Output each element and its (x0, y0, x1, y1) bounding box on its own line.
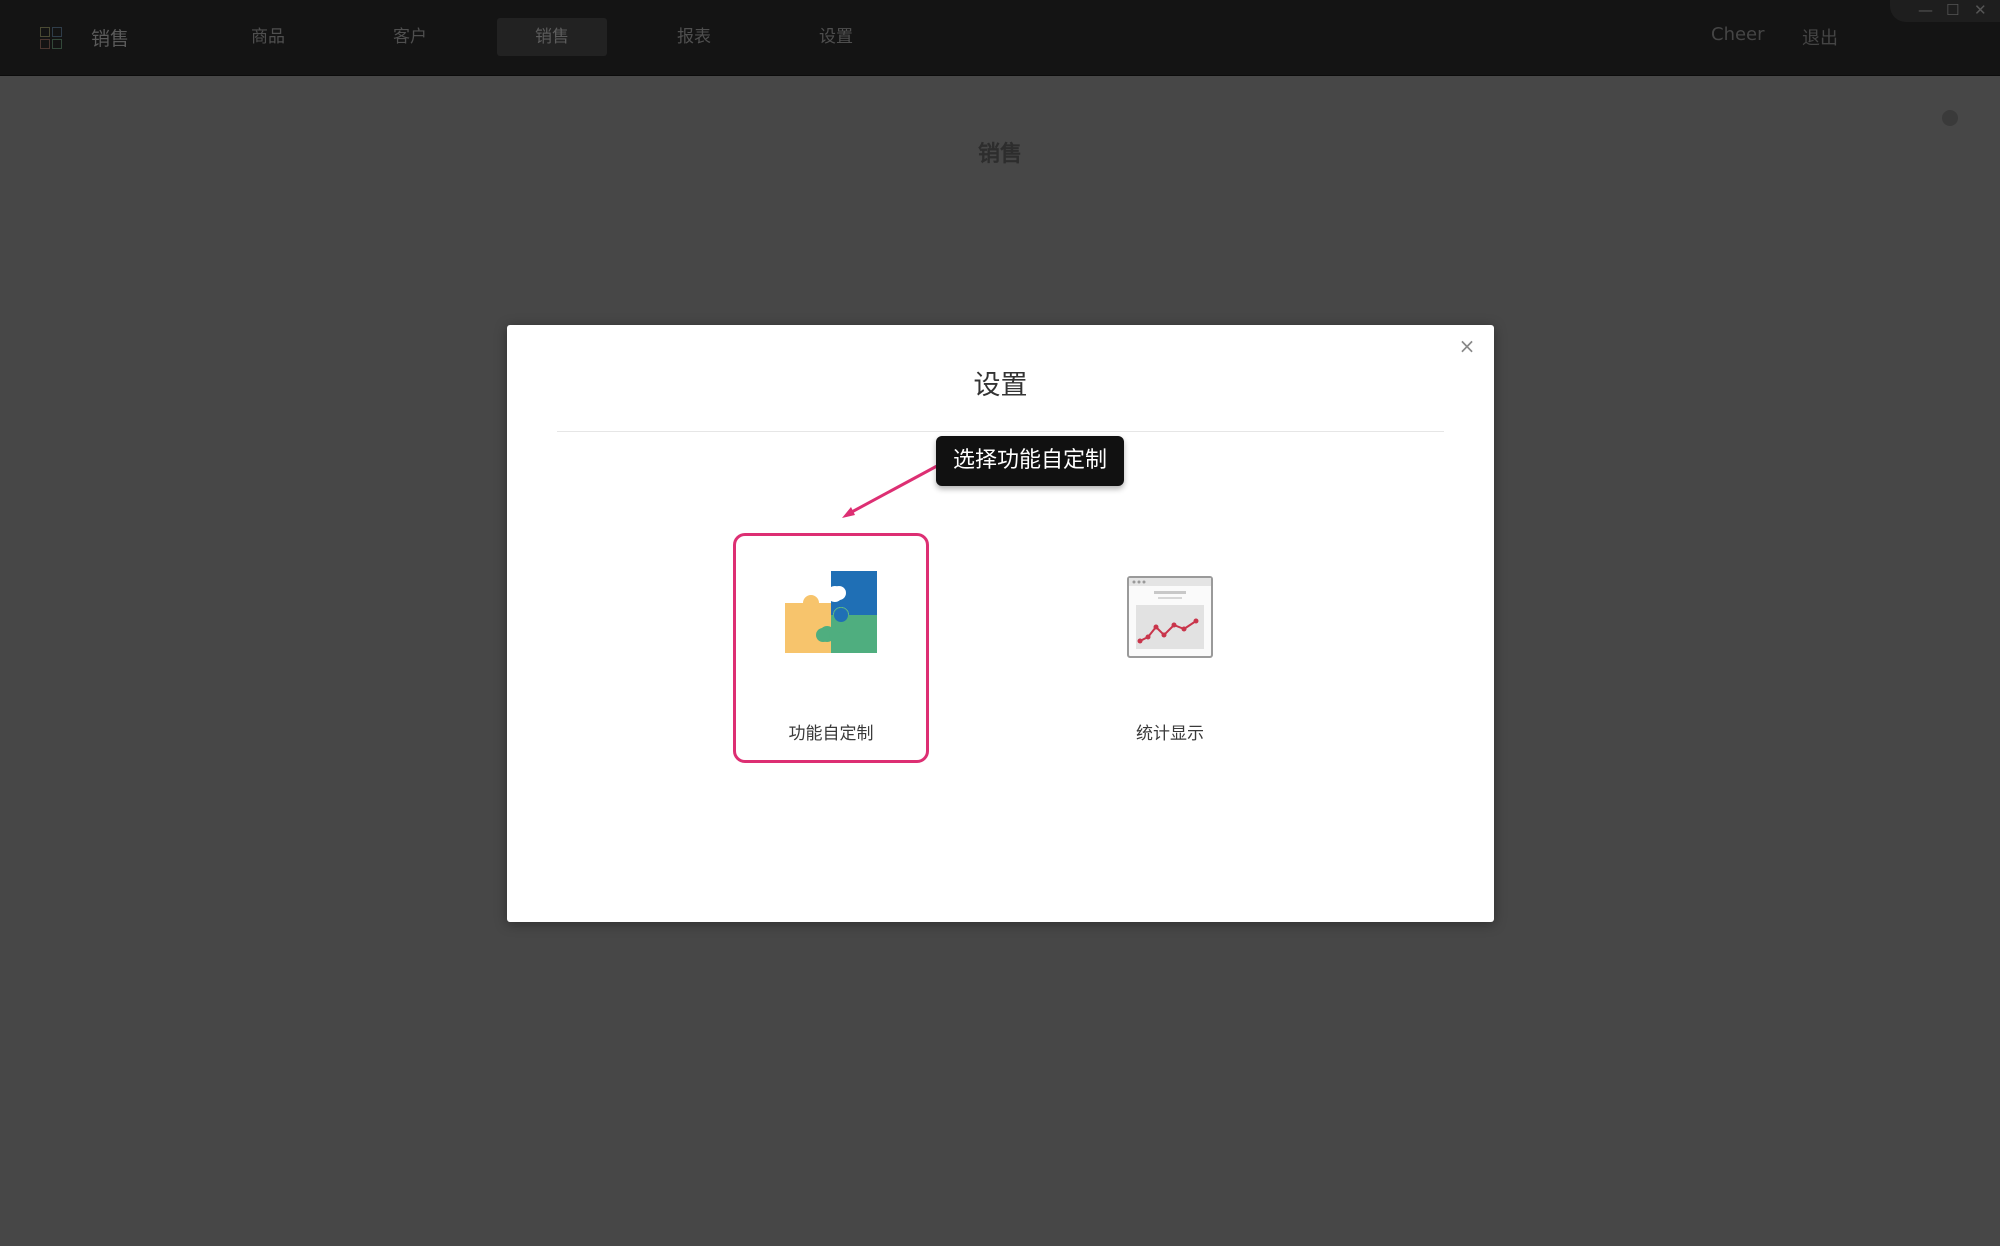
nav-item-reports[interactable]: 报表 (639, 18, 749, 56)
window-controls: — ☐ ✕ (1890, 0, 2000, 22)
puzzle-icon (783, 569, 879, 665)
nav-item-customers[interactable]: 客户 (355, 18, 465, 56)
user-name[interactable]: Cheer (1711, 24, 1765, 45)
statistics-display-label: 统计显示 (1136, 724, 1204, 744)
nav-item-products[interactable]: 商品 (213, 18, 323, 56)
modal-divider (557, 431, 1444, 432)
top-navigation-bar: 销售 商品 客户 销售 报表 设置 Cheer 退出 — ☐ ✕ (0, 0, 2000, 76)
annotation-tooltip: 选择功能自定制 (936, 436, 1125, 486)
maximize-icon[interactable]: ☐ (1946, 1, 1959, 19)
feature-customization-label: 功能自定制 (788, 724, 874, 744)
settings-dot-icon[interactable] (1942, 110, 1958, 126)
nav-item-settings[interactable]: 设置 (781, 18, 891, 56)
nav-item-sales[interactable]: 销售 (497, 18, 607, 56)
modal-title: 设置 (973, 370, 1028, 401)
close-window-icon[interactable]: ✕ (1974, 1, 1987, 19)
app-name: 销售 (91, 28, 130, 50)
close-icon[interactable]: × (1454, 333, 1480, 359)
statistics-display-option[interactable]: 统计显示 (1072, 533, 1268, 763)
page-title: 销售 (977, 142, 1022, 167)
minimize-icon[interactable]: — (1918, 1, 1933, 19)
feature-customization-option[interactable]: 功能自定制 (733, 533, 929, 763)
line-chart-icon (1122, 569, 1218, 665)
app-logo-icon (40, 27, 62, 49)
logout-link[interactable]: 退出 (1802, 24, 1838, 50)
settings-modal: × 设置 功能自定制 统计显示 (507, 325, 1494, 922)
